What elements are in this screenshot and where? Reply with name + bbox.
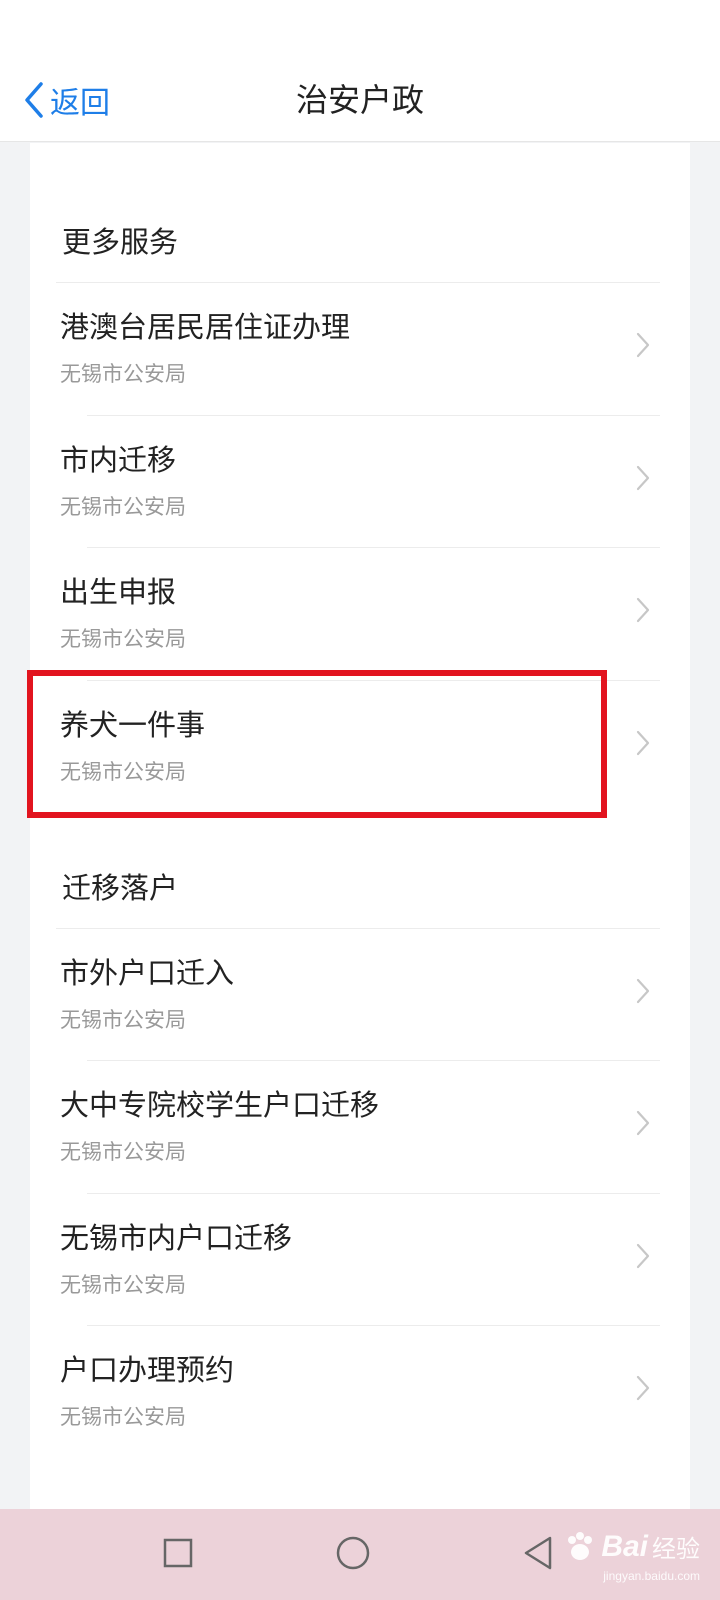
item-subtitle: 无锡市公安局	[60, 1140, 186, 1164]
section-title-migration: 迁移落户	[62, 871, 179, 905]
section-title-more-services: 更多服务	[62, 225, 179, 259]
item-subtitle: 无锡市公安局	[60, 495, 186, 519]
chevron-right-icon	[636, 465, 650, 491]
divider	[87, 415, 660, 416]
list-item[interactable]: 市内迁移 无锡市公安局	[30, 415, 690, 548]
divider	[56, 282, 660, 283]
item-title: 市内迁移	[60, 443, 177, 477]
navigation-bar: 返回 治安户政	[0, 60, 720, 142]
list-item[interactable]: 港澳台居民居住证办理 无锡市公安局	[30, 282, 690, 415]
content-card: 更多服务 港澳台居民居住证办理 无锡市公安局 市内迁移 无锡市公安局 出生申报 …	[30, 143, 690, 1509]
chevron-right-icon	[636, 332, 650, 358]
page-title: 治安户政	[295, 81, 424, 119]
item-subtitle: 无锡市公安局	[60, 627, 186, 651]
item-title: 市外户口迁入	[60, 956, 235, 990]
watermark-url: jingyan.baidu.com	[603, 1569, 700, 1583]
list-item[interactable]: 出生申报 无锡市公安局	[30, 547, 690, 680]
item-title: 养犬一件事	[60, 708, 206, 742]
item-title: 户口办理预约	[60, 1353, 235, 1387]
divider	[87, 1193, 660, 1194]
item-subtitle: 无锡市公安局	[60, 760, 186, 784]
chevron-right-icon	[636, 1110, 650, 1136]
chevron-right-icon	[636, 730, 650, 756]
paw-icon	[568, 1531, 593, 1560]
watermark-suffix: 经验	[652, 1536, 700, 1563]
divider	[56, 928, 660, 929]
item-title: 无锡市内户口迁移	[60, 1221, 293, 1255]
item-title: 大中专院校学生户口迁移	[60, 1088, 380, 1122]
list-item[interactable]: 市外户口迁入 无锡市公安局	[30, 928, 690, 1061]
list-item-dog-keeping[interactable]: 养犬一件事 无锡市公安局	[30, 680, 690, 813]
system-navigation-bar: Bai 经验 jingyan.baidu.com	[0, 1509, 720, 1600]
item-subtitle: 无锡市公安局	[60, 362, 186, 386]
triangle-back-icon[interactable]	[518, 1533, 558, 1573]
item-subtitle: 无锡市公安局	[60, 1273, 186, 1297]
circle-icon[interactable]	[333, 1533, 373, 1573]
chevron-right-icon	[636, 1375, 650, 1401]
chevron-right-icon	[636, 1243, 650, 1269]
divider	[87, 1325, 660, 1326]
status-bar	[0, 0, 720, 60]
item-subtitle: 无锡市公安局	[60, 1405, 186, 1429]
list-item[interactable]: 户口办理预约 无锡市公安局	[30, 1325, 690, 1458]
item-subtitle: 无锡市公安局	[60, 1008, 186, 1032]
divider	[87, 680, 660, 681]
item-title: 出生申报	[60, 575, 177, 609]
square-icon[interactable]	[158, 1533, 198, 1573]
divider	[87, 547, 660, 548]
list-item[interactable]: 无锡市内户口迁移 无锡市公安局	[30, 1193, 690, 1326]
chevron-right-icon	[636, 978, 650, 1004]
list-item[interactable]: 大中专院校学生户口迁移 无锡市公安局	[30, 1060, 690, 1193]
watermark-brand: Bai	[601, 1529, 648, 1563]
divider	[87, 1060, 660, 1061]
watermark: Bai 经验 jingyan.baidu.com	[563, 1529, 700, 1583]
chevron-right-icon	[636, 597, 650, 623]
item-title: 港澳台居民居住证办理	[60, 310, 351, 344]
